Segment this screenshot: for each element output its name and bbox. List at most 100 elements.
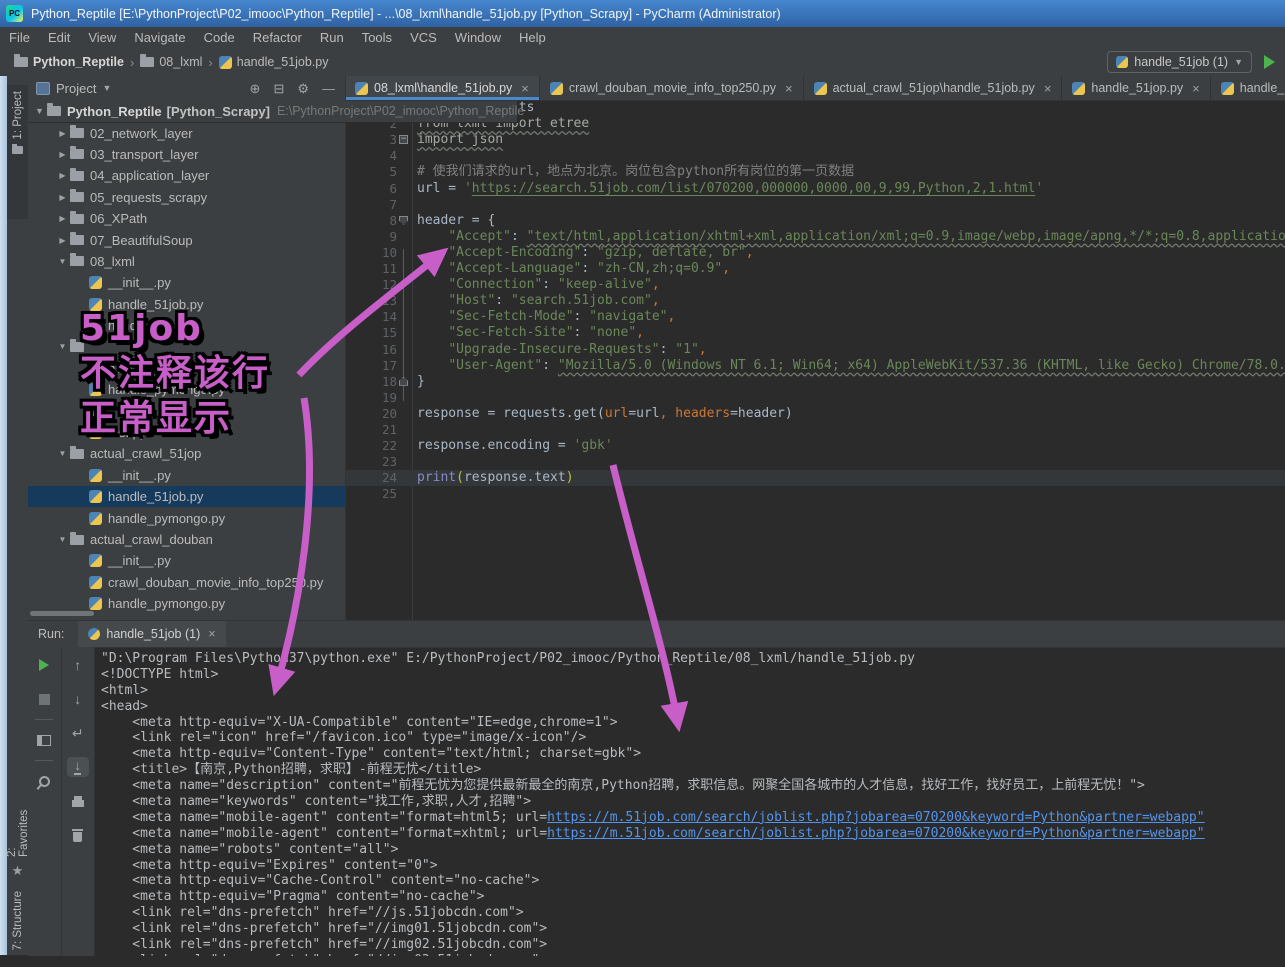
- fold-marker-icon[interactable]: [399, 134, 408, 145]
- code-line[interactable]: 10 "Accept-Encoding": "gzip, deflate, br…: [345, 245, 1285, 261]
- tree-item[interactable]: ▶ 02_network_layer: [28, 122, 345, 143]
- code-line[interactable]: 12 "Connection": "keep-alive",: [345, 277, 1285, 293]
- editor-tab[interactable]: crawl_douban_movie_info_top250.py ×: [540, 76, 804, 100]
- menu-item-window[interactable]: Window: [446, 27, 510, 48]
- menu-item-file[interactable]: File: [0, 27, 39, 48]
- breadcrumb-item[interactable]: Python_Reptile: [14, 54, 124, 69]
- tool-window-tab-project[interactable]: 1: Project: [7, 85, 28, 219]
- code-line[interactable]: 24 print(response.text): [345, 470, 1285, 487]
- chevron-down-icon[interactable]: ▼: [102, 83, 111, 93]
- expand-arrow-icon[interactable]: ▶: [55, 150, 70, 159]
- close-icon[interactable]: ×: [1192, 81, 1200, 96]
- tree-item[interactable]: ▼ actual_crawl_51jop: [28, 443, 345, 464]
- code-line[interactable]: 3 import json: [345, 132, 1285, 148]
- code-line[interactable]: 14 "Sec-Fetch-Mode": "navigate",: [345, 309, 1285, 325]
- close-icon[interactable]: ×: [1044, 81, 1052, 96]
- code-line[interactable]: 22 response.encoding = 'gbk': [345, 438, 1285, 454]
- code-line[interactable]: 21: [345, 422, 1285, 438]
- tree-item[interactable]: ▼ actual_crawl_douban: [28, 529, 345, 550]
- code-area[interactable]: 1import requests2from lxml import etree3…: [345, 100, 1285, 620]
- editor[interactable]: 08_lxml\handle_51job.py × crawl_douban_mov…: [345, 76, 1285, 620]
- console-link[interactable]: https://m.51job.com/search/joblist.php?j…: [547, 810, 1204, 825]
- menu-item-tools[interactable]: Tools: [353, 27, 401, 48]
- print-icon[interactable]: [67, 791, 89, 811]
- tree-item-project-root[interactable]: ▼ Python_Reptile [Python_Scrapy] E:\Pyth…: [28, 100, 524, 122]
- tool-window-tab-favorites[interactable]: 2: Favorites ★: [6, 793, 30, 885]
- horizontal-scrollbar[interactable]: [30, 611, 94, 616]
- menu-item-vcs[interactable]: VCS: [401, 27, 446, 48]
- console-link[interactable]: https://m.51job.com/search/joblist.php?j…: [547, 826, 1204, 841]
- tree-item[interactable]: __init__.py: [28, 550, 345, 571]
- tree-item[interactable]: __init__.py: [28, 465, 345, 486]
- menu-item-code[interactable]: Code: [195, 27, 244, 48]
- code-line[interactable]: 15 "Sec-Fetch-Site": "none",: [345, 325, 1285, 341]
- code-line[interactable]: 16 "Upgrade-Insecure-Requests": "1",: [345, 342, 1285, 358]
- tree-item[interactable]: __init__.py: [28, 272, 345, 293]
- tree-item[interactable]: ▶ 07_BeautifulSoup: [28, 229, 345, 250]
- soft-wrap-icon[interactable]: ↵: [67, 723, 89, 743]
- expand-arrow-icon[interactable]: ▶: [55, 214, 70, 223]
- down-stack-icon[interactable]: ↓: [67, 689, 89, 709]
- editor-tab[interactable]: 08_lxml\handle_51job.py ×: [345, 76, 540, 100]
- expand-arrow-icon[interactable]: ▼: [55, 449, 70, 458]
- code-line[interactable]: 7: [345, 197, 1285, 213]
- breadcrumb-item[interactable]: handle_51job.py: [218, 55, 329, 69]
- code-line[interactable]: 17 "User-Agent": "Mozilla/5.0 (Windows N…: [345, 358, 1285, 374]
- expand-arrow-icon[interactable]: ▶: [55, 193, 70, 202]
- menu-item-refactor[interactable]: Refactor: [244, 27, 311, 48]
- editor-tab[interactable]: actual_crawl_51jop\handle_51job.py ×: [804, 76, 1063, 100]
- code-line[interactable]: 8 header = {: [345, 213, 1285, 229]
- menu-item-run[interactable]: Run: [311, 27, 353, 48]
- code-line[interactable]: 6 url = 'https://search.51job.com/list/07…: [345, 181, 1285, 197]
- up-stack-icon[interactable]: ↑: [67, 655, 89, 675]
- tree-item[interactable]: ▶ 05_requests_scrapy: [28, 187, 345, 208]
- tree-item[interactable]: ▼ 08_lxml: [28, 251, 345, 272]
- code-line[interactable]: 25: [345, 486, 1285, 502]
- tree-item[interactable]: ▶ 03_transport_layer: [28, 144, 345, 165]
- run-button[interactable]: [1264, 55, 1275, 69]
- clear-all-icon[interactable]: [67, 825, 89, 845]
- tree-item[interactable]: handle_pymongo.py: [28, 507, 345, 528]
- stop-icon[interactable]: [33, 689, 55, 709]
- run-configuration-select[interactable]: handle_51job (1) ▼: [1107, 51, 1252, 73]
- close-icon[interactable]: ×: [208, 627, 215, 641]
- code-line[interactable]: 23: [345, 454, 1285, 470]
- run-console-output[interactable]: "D:\Program Files\Python37\python.exe" E…: [95, 647, 1285, 956]
- code-line[interactable]: 18}: [345, 374, 1285, 390]
- tree-item[interactable]: ▶ 04_application_layer: [28, 165, 345, 186]
- code-line[interactable]: 20 response = requests.get(url=url, heade…: [345, 406, 1285, 422]
- code-line[interactable]: 13 "Host": "search.51job.com",: [345, 293, 1285, 309]
- code-line[interactable]: 5 # 使我们请求的url，地点为北京。岗位包含python所有岗位的第一页数据: [345, 164, 1285, 180]
- hide-icon[interactable]: —: [322, 82, 335, 95]
- editor-tab[interactable]: handle_lxm×: [1211, 76, 1285, 100]
- menu-item-view[interactable]: View: [79, 27, 125, 48]
- tree-item[interactable]: handle_51job.py: [28, 486, 345, 508]
- locate-icon[interactable]: ⊕: [250, 82, 261, 95]
- close-icon[interactable]: ×: [521, 81, 529, 96]
- rerun-icon[interactable]: [33, 655, 55, 675]
- breadcrumb-item[interactable]: 08_lxml: [140, 54, 202, 69]
- code-line[interactable]: 11 "Accept-Language": "zh-CN,zh;q=0.9",: [345, 261, 1285, 277]
- code-line[interactable]: 9 "Accept": "text/html,application/xhtml…: [345, 229, 1285, 245]
- scroll-to-end-icon[interactable]: ↓: [66, 757, 89, 777]
- tree-item[interactable]: ▶ 06_XPath: [28, 208, 345, 229]
- layout-icon[interactable]: [33, 730, 55, 750]
- expand-arrow-icon[interactable]: ▼: [32, 106, 47, 116]
- pin-icon[interactable]: [33, 771, 55, 791]
- menu-item-help[interactable]: Help: [510, 27, 555, 48]
- expand-arrow-icon[interactable]: ▶: [55, 171, 70, 180]
- code-line[interactable]: 4: [345, 148, 1285, 164]
- expand-arrow-icon[interactable]: ▼: [55, 535, 70, 544]
- run-tab[interactable]: handle_51job (1) ×: [78, 621, 226, 647]
- settings-icon[interactable]: ⚙: [297, 82, 309, 95]
- tree-item[interactable]: crawl_douban_movie_info_top250.py: [28, 572, 345, 593]
- menu-item-navigate[interactable]: Navigate: [125, 27, 194, 48]
- code-line[interactable]: 19: [345, 390, 1285, 406]
- editor-tab[interactable]: handle_51jop.py ×: [1062, 76, 1211, 100]
- collapse-all-icon[interactable]: ⊟: [273, 82, 284, 95]
- expand-arrow-icon[interactable]: ▼: [55, 342, 70, 351]
- close-icon[interactable]: ×: [785, 81, 793, 96]
- menu-item-edit[interactable]: Edit: [39, 27, 79, 48]
- expand-arrow-icon[interactable]: ▶: [55, 129, 70, 138]
- expand-arrow-icon[interactable]: ▼: [55, 257, 70, 266]
